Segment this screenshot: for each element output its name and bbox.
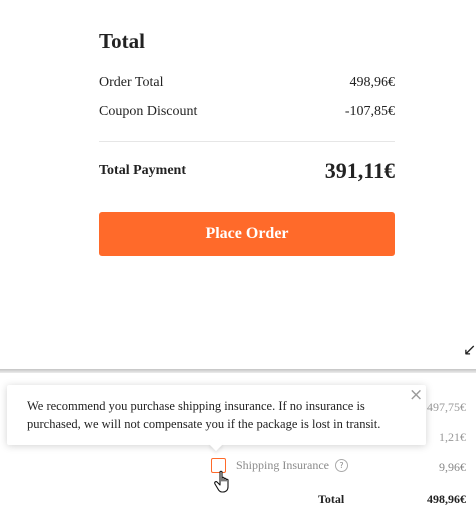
order-total-row: Order Total 498,96€ xyxy=(99,75,395,91)
coupon-discount-value: -107,85€ xyxy=(344,104,395,119)
final-total-value: 498,96€ xyxy=(427,492,466,506)
close-icon[interactable]: × xyxy=(409,385,423,405)
insurance-tooltip: We recommend you purchase shipping insur… xyxy=(7,385,426,452)
final-total-label: Total xyxy=(318,492,345,506)
help-icon[interactable]: ? xyxy=(334,459,348,472)
subtotal-value: 497,75€ xyxy=(427,400,466,414)
coupon-discount-row: Coupon Discount -107,85€ xyxy=(99,104,395,120)
coupon-discount-label: Coupon Discount xyxy=(99,104,198,119)
summary-title: Total xyxy=(99,29,145,53)
shipping-insurance-label[interactable]: Shipping Insurance xyxy=(236,458,329,473)
collapse-arrow-icon[interactable]: ↙ xyxy=(463,340,476,359)
order-total-label: Order Total xyxy=(99,75,164,90)
fee-value: 1,21€ xyxy=(439,430,466,444)
total-payment-value: 391,11€ xyxy=(324,158,395,183)
total-payment-label: Total Payment xyxy=(99,163,186,178)
shipping-insurance-value: 9,96€ xyxy=(439,460,466,474)
order-total-value: 498,96€ xyxy=(349,75,396,90)
summary-divider xyxy=(99,141,395,142)
tooltip-text: We recommend you purchase shipping insur… xyxy=(27,399,381,431)
final-total-row: Total 498,96€ xyxy=(318,492,466,507)
total-payment-row: Total Payment 391,11€ xyxy=(99,158,395,184)
hand-cursor-icon xyxy=(214,470,229,493)
place-order-button[interactable]: Place Order xyxy=(99,212,395,256)
order-summary-panel: Total Order Total 498,96€ Coupon Discoun… xyxy=(0,0,476,370)
